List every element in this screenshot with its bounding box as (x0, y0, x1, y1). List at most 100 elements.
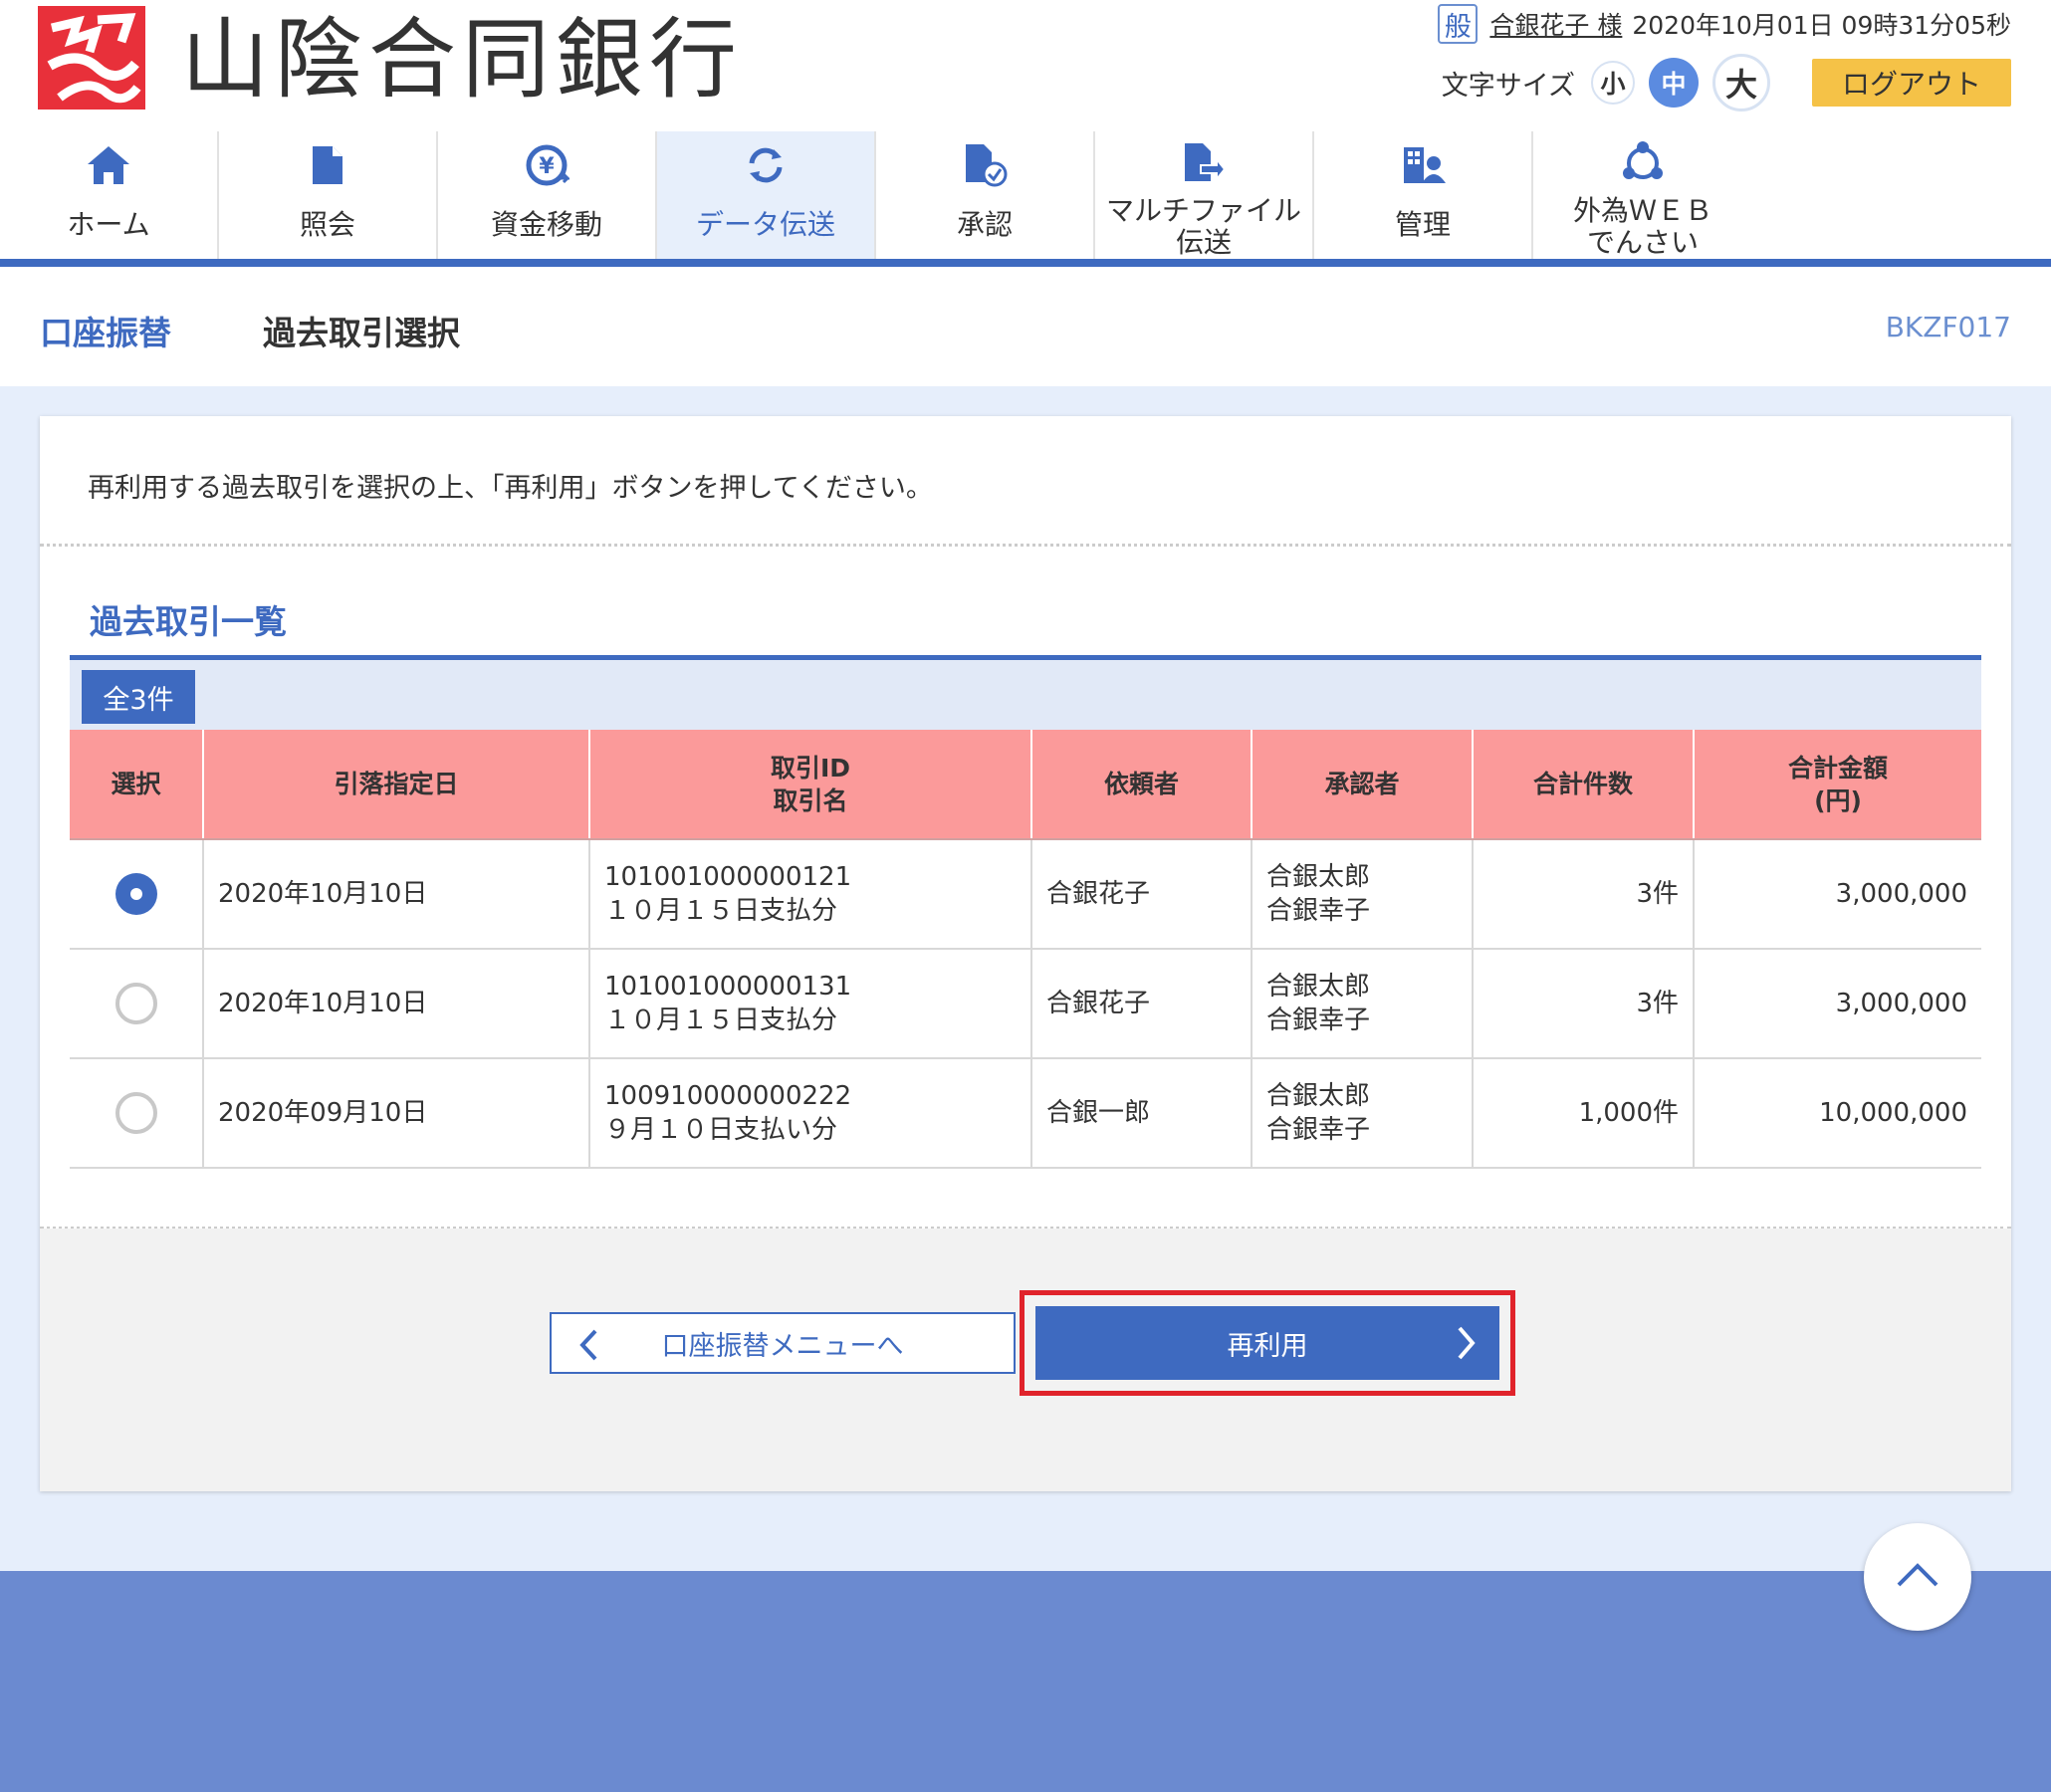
back-button-label: 口座振替メニューへ (661, 1330, 904, 1362)
nav-label: 管理 (1394, 208, 1451, 241)
count-cell: 1,000件 (1473, 1058, 1695, 1169)
header-amount: 合計金額 (円) (1694, 730, 1981, 840)
document-icon (302, 139, 353, 191)
nav-item-data-transmission[interactable]: データ伝送 (657, 131, 876, 259)
nav-item-forex-densai[interactable]: 外為ＷＥＢ でんさい (1533, 131, 1752, 259)
amount-cell: 3,000,000 (1694, 949, 1981, 1059)
home-icon (83, 139, 134, 191)
login-datetime: 2020年10月01日 09時31分05秒 (1632, 11, 2011, 40)
nav-item-admin[interactable]: 管理 (1314, 131, 1533, 259)
requester-cell: 合銀花子 (1031, 949, 1253, 1059)
nav-item-multi-file[interactable]: マルチファイル 伝送 (1095, 131, 1314, 259)
count-cell: 3件 (1473, 839, 1695, 950)
count-band: 全3件 (70, 660, 1981, 730)
header: 山陰合同銀行 般 合銀花子 様 2020年10月01日 09時31分05秒 文字… (0, 0, 2051, 131)
approver-cell: 合銀太郎 合銀幸子 (1252, 949, 1474, 1059)
nav-label: 照会 (299, 208, 355, 241)
transaction-id: 101001000000121 (604, 862, 852, 892)
table-row: 2020年10月10日 101001000000131 １０月１５日支払分 合銀花… (70, 949, 1981, 1059)
button-area: 口座振替メニューへ 再利用 (40, 1229, 2011, 1491)
nav-label: 資金移動 (490, 208, 602, 241)
instruction-text: 再利用する過去取引を選択の上、「再利用」ボタンを押してください。 (88, 473, 933, 504)
header-amount-unit: (円) (1814, 785, 1862, 815)
user-name-link[interactable]: 合銀花子 様 (1489, 6, 1622, 42)
transaction-id: 100910000000222 (604, 1081, 852, 1111)
font-size-small-button[interactable]: 小 (1591, 61, 1635, 105)
multi-file-icon (1178, 139, 1230, 187)
date-cell: 2020年10月10日 (203, 949, 590, 1059)
reuse-button[interactable]: 再利用 (1035, 1306, 1499, 1380)
approver-1: 合銀太郎 (1266, 1081, 1371, 1111)
sync-icon (740, 139, 792, 191)
section-title: 過去取引一覧 (90, 602, 287, 641)
approver-2: 合銀幸子 (1266, 1006, 1371, 1035)
approver-cell: 合銀太郎 合銀幸子 (1252, 839, 1474, 950)
chevron-up-icon (1896, 1562, 1939, 1592)
page-title-bar: 口座振替 過去取引選択 BKZF017 (0, 267, 2051, 386)
nav-item-fund-transfer[interactable]: ¥ 資金移動 (438, 131, 657, 259)
page-category: 口座振替 (40, 314, 171, 352)
yen-transfer-icon: ¥ (521, 139, 572, 191)
transaction-name: １０月１５日支払分 (604, 1006, 838, 1035)
nav-item-home[interactable]: ホーム (0, 131, 219, 259)
past-transactions-table: 選択 引落指定日 取引ID 取引名 依頼者 承認者 合計件数 合計金額 (円) 20… (70, 730, 1981, 1169)
font-size-label: 文字サイズ (1441, 70, 1575, 102)
select-cell (70, 839, 204, 950)
header-amount-label: 合計金額 (1787, 753, 1888, 783)
date-cell: 2020年09月10日 (203, 1058, 590, 1169)
amount-cell: 10,000,000 (1694, 1058, 1981, 1169)
main-panel: 再利用する過去取引を選択の上、「再利用」ボタンを押してください。 過去取引一覧 … (40, 416, 2011, 1491)
select-cell (70, 1058, 204, 1169)
header-requester: 依頼者 (1031, 730, 1253, 840)
nav-label: データ伝送 (695, 208, 835, 241)
header-date: 引落指定日 (203, 730, 590, 840)
nav-label-line2: 伝送 (1175, 226, 1232, 259)
admin-icon (1397, 139, 1449, 191)
user-info: 般 合銀花子 様 2020年10月01日 09時31分05秒 (1438, 4, 2011, 44)
global-nav: ホーム 照会 ¥ 資金移動 データ伝送 承認 マルチファイル 伝送 管理 外為Ｗ… (0, 131, 2051, 267)
approver-2: 合銀幸子 (1266, 1115, 1371, 1145)
nav-label: 承認 (956, 208, 1013, 241)
nav-label-line2: でんさい (1586, 226, 1699, 259)
bank-logo-mark (38, 6, 145, 110)
divider (40, 544, 2011, 547)
nav-item-inquiry[interactable]: 照会 (219, 131, 438, 259)
header-approver: 承認者 (1252, 730, 1474, 840)
header-name: 取引名 (773, 785, 848, 815)
font-size-medium-button[interactable]: 中 (1649, 58, 1699, 108)
reuse-button-label: 再利用 (1227, 1330, 1308, 1362)
amount-cell: 3,000,000 (1694, 839, 1981, 950)
chevron-left-icon (577, 1328, 599, 1369)
requester-cell: 合銀花子 (1031, 839, 1253, 950)
id-name-cell: 101001000000131 １０月１５日支払分 (589, 949, 1032, 1059)
count-cell: 3件 (1473, 949, 1695, 1059)
table-row: 2020年10月10日 101001000000121 １０月１５日支払分 合銀花… (70, 839, 1981, 950)
header-id-name: 取引ID 取引名 (589, 730, 1032, 840)
svg-text:¥: ¥ (539, 154, 555, 179)
chevron-right-icon (1456, 1325, 1478, 1368)
scroll-to-top-button[interactable] (1864, 1523, 1971, 1631)
select-radio[interactable] (114, 873, 157, 915)
font-size-controls: 文字サイズ 小 中 大 ログアウト (1442, 54, 2011, 112)
select-radio[interactable] (114, 983, 157, 1024)
transaction-name: ９月１０日支払い分 (604, 1115, 838, 1145)
logout-button[interactable]: ログアウト (1812, 59, 2011, 107)
back-to-menu-button[interactable]: 口座振替メニューへ (550, 1312, 1016, 1374)
table-row: 2020年09月10日 100910000000222 ９月１０日支払い分 合銀一… (70, 1058, 1981, 1169)
header-id: 取引ID (770, 753, 851, 783)
bank-logo (38, 6, 145, 110)
select-radio[interactable] (114, 1092, 157, 1134)
font-size-large-button[interactable]: 大 (1712, 54, 1770, 112)
screen-id: BKZF017 (1885, 311, 2011, 343)
network-icon (1617, 139, 1669, 187)
select-cell (70, 949, 204, 1059)
approver-1: 合銀太郎 (1266, 862, 1371, 892)
total-count-badge: 全3件 (82, 670, 195, 724)
nav-item-approval[interactable]: 承認 (876, 131, 1095, 259)
id-name-cell: 100910000000222 ９月１０日支払い分 (589, 1058, 1032, 1169)
date-cell: 2020年10月10日 (203, 839, 590, 950)
nav-label-line1: マルチファイル (1105, 194, 1301, 227)
approver-2: 合銀幸子 (1266, 896, 1371, 926)
approver-cell: 合銀太郎 合銀幸子 (1252, 1058, 1474, 1169)
approve-icon (959, 139, 1011, 191)
